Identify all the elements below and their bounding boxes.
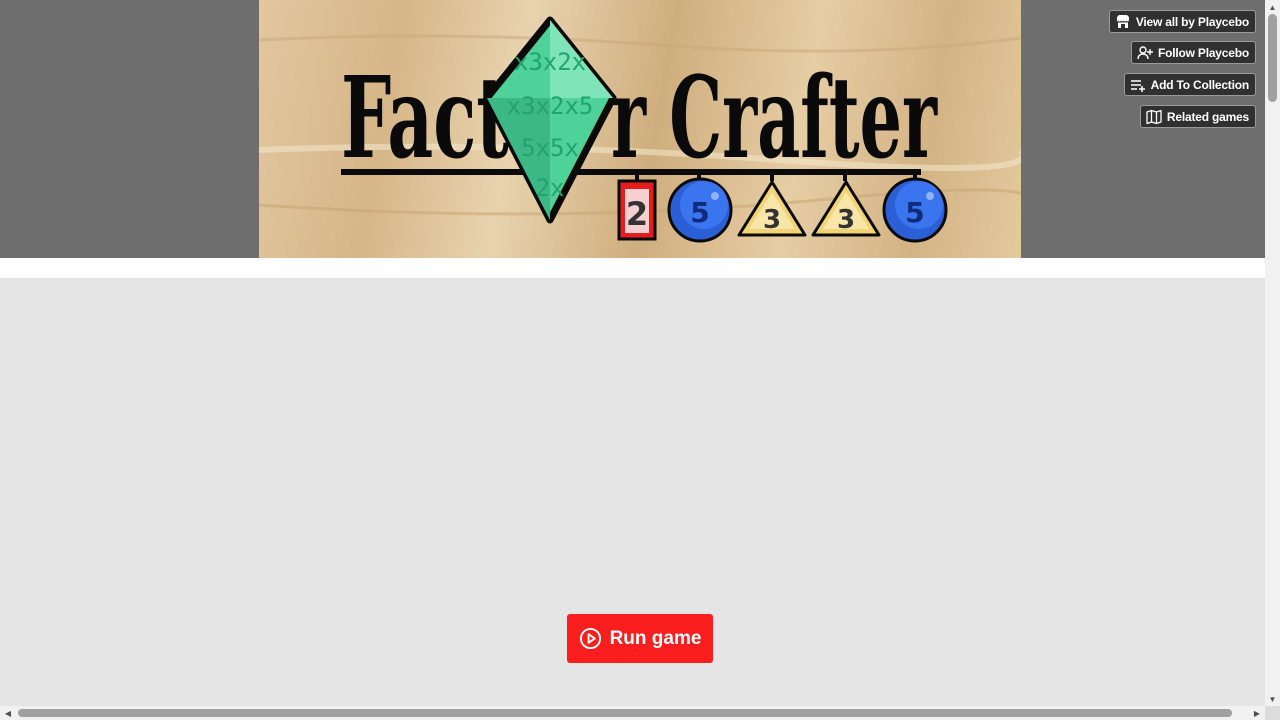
map-icon	[1146, 109, 1162, 125]
game-banner: Fact r Crafter x3x2x x3x2x5 5x5x 2x 2 5 …	[259, 0, 1021, 258]
factor-token-triangle: 3	[811, 180, 881, 237]
view-all-by-author-button[interactable]: View all by Playcebo	[1108, 10, 1256, 33]
token-label-2: 5	[690, 196, 709, 229]
play-circle-icon	[579, 627, 602, 650]
related-games-label: Related games	[1166, 109, 1249, 124]
factor-token-circle: 5	[667, 177, 733, 243]
scroll-left-arrow-icon[interactable]: ◀	[0, 706, 16, 720]
vertical-scrollbar[interactable]: ▲ ▼	[1265, 0, 1280, 706]
token-label-4: 3	[837, 205, 855, 235]
horizontal-scrollbar[interactable]: ◀ ▶	[0, 706, 1265, 720]
playlist-add-icon	[1130, 77, 1146, 93]
factor-token-rectangle: 2	[617, 179, 657, 241]
itchio-store-icon	[1115, 14, 1131, 30]
gem-text-line-4: 2x	[536, 174, 565, 202]
run-game-label: Run game	[609, 627, 702, 649]
scroll-up-arrow-icon[interactable]: ▲	[1265, 0, 1280, 14]
vertical-scroll-thumb[interactable]	[1268, 14, 1277, 102]
factor-crafter-logo: Fact r Crafter x3x2x x3x2x5 5x5x 2x 2 5 …	[259, 16, 1021, 243]
scrollbar-corner	[1265, 706, 1280, 720]
gem-icon: x3x2x x3x2x5 5x5x 2x	[483, 16, 617, 224]
related-games-button[interactable]: Related games	[1139, 105, 1256, 128]
add-collection-label: Add To Collection	[1150, 77, 1250, 92]
user-plus-icon	[1137, 45, 1153, 61]
gem-text-line-1: x3x2x	[514, 48, 586, 76]
view-all-label: View all by Playcebo	[1135, 14, 1249, 29]
spacer-strip	[0, 258, 1265, 278]
token-label-3: 3	[763, 205, 781, 235]
factor-token-circle: 5	[882, 177, 948, 243]
follow-author-button[interactable]: Follow Playcebo	[1130, 41, 1256, 64]
logo-title-left: Fact	[341, 53, 509, 184]
logo-title-right: r Crafter	[611, 53, 938, 184]
gem-text-line-3: 5x5x	[521, 134, 579, 162]
horizontal-scroll-thumb[interactable]	[18, 709, 1232, 717]
scroll-right-arrow-icon[interactable]: ▶	[1249, 706, 1265, 720]
add-to-collection-button[interactable]: Add To Collection	[1123, 73, 1256, 96]
follow-label: Follow Playcebo	[1157, 45, 1249, 60]
factor-token-triangle: 3	[737, 180, 807, 237]
gem-text-line-2: x3x2x5	[507, 92, 594, 120]
token-label-5: 5	[905, 196, 924, 229]
run-game-button[interactable]: Run game	[567, 614, 713, 663]
token-label-1: 2	[626, 195, 648, 233]
scroll-down-arrow-icon[interactable]: ▼	[1265, 692, 1280, 706]
